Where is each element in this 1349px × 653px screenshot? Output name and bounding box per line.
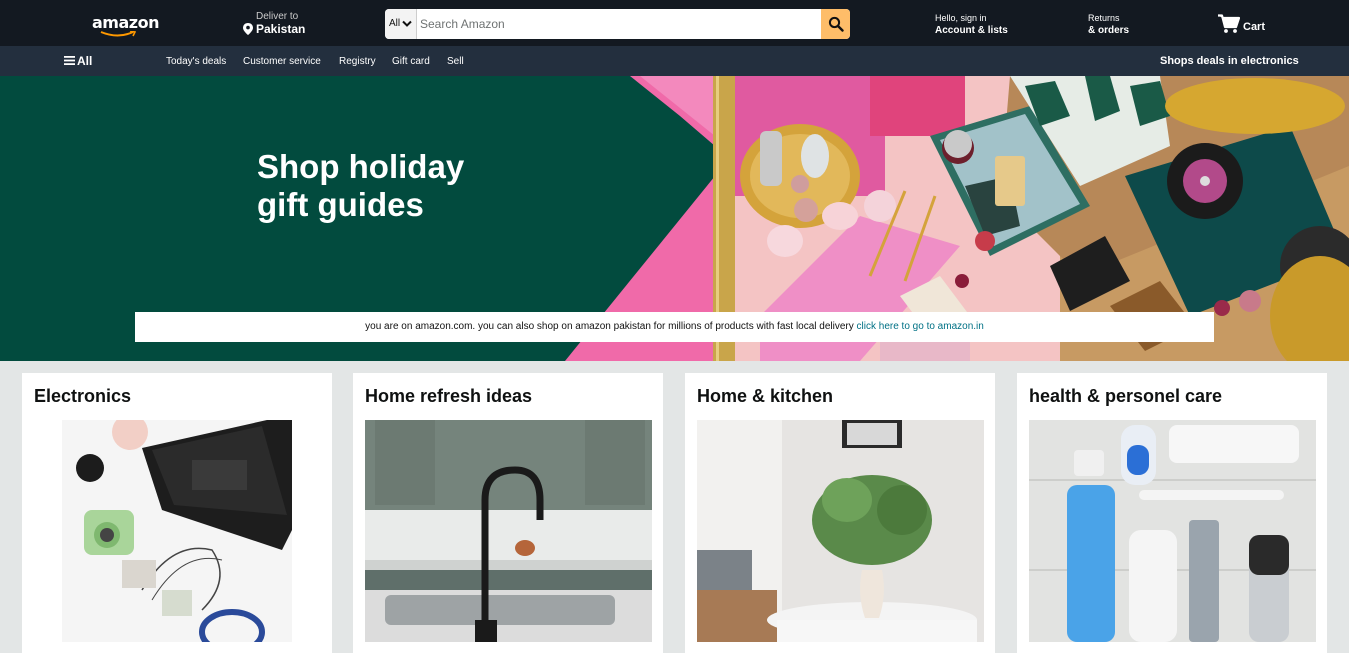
card-home-kitchen[interactable]: Home & kitchen [685,373,995,653]
sub-nav: All Today's deals Customer service Regis… [0,46,1349,76]
card-title: Home refresh ideas [365,386,533,406]
hero-title-line2: gift guides [257,186,424,223]
personal-care-image [1029,420,1316,642]
electronics-image [62,420,292,642]
account-label: Account & lists [935,25,1008,36]
deliver-country: Pakistan [256,22,306,36]
search-button[interactable] [821,9,850,39]
search-input[interactable] [419,9,821,39]
card-electronics[interactable]: Electronics [22,373,332,653]
search-bar: All [385,9,850,39]
hamburger-menu-icon [64,56,75,66]
nav-link-gift-card[interactable]: Gift card [392,56,430,67]
card-title: Electronics [34,386,132,406]
nav-promo-link[interactable]: Shops deals in electronics [1160,55,1299,67]
logo-smile-icon [100,31,136,37]
all-menu-label: All [77,54,93,68]
home-vase-image [697,420,984,642]
region-notice: you are on amazon.com. you can also shop… [135,312,1214,342]
search-category-label: All [389,18,401,29]
deliver-to-label: Deliver to [256,11,299,22]
card-health-personal-care[interactable]: health & personel care [1017,373,1327,653]
account-greeting: Hello, sign in [935,13,987,23]
returns-orders[interactable]: Returns & orders [1088,13,1129,36]
region-notice-link[interactable]: click here to go to amazon.in [857,321,984,332]
top-nav: amazon Deliver to Pakistan All Hello, si… [0,0,1349,46]
hero-title-line1: Shop holiday [257,148,465,185]
nav-link-sell[interactable]: Sell [447,56,464,67]
card-title: Home & kitchen [697,386,834,406]
orders-label: & orders [1088,25,1130,36]
returns-label: Returns [1088,13,1120,23]
nav-link-customer-service[interactable]: Customer service [243,56,321,67]
hero-banner[interactable]: Shop holiday gift guides you are on amaz… [0,76,1349,361]
cart-icon [1218,14,1240,33]
card-title: health & personel care [1029,386,1223,406]
nav-link-registry[interactable]: Registry [339,56,376,67]
account-lists[interactable]: Hello, sign in Account & lists [935,13,1008,36]
search-category-select[interactable]: All [385,9,417,39]
chevron-down-icon [402,20,412,27]
kitchen-faucet-image [365,420,652,642]
all-menu-button[interactable]: All [64,54,92,68]
location-pin-icon [243,23,253,35]
amazon-logo[interactable]: amazon [92,13,159,32]
hero-title: Shop holiday gift guides [257,148,464,224]
nav-link-todays-deals[interactable]: Today's deals [166,56,226,67]
card-home-refresh[interactable]: Home refresh ideas [353,373,663,653]
region-notice-text: you are on amazon.com. you can also shop… [365,321,854,332]
cart-label: Cart [1243,21,1266,33]
search-icon [828,16,844,32]
